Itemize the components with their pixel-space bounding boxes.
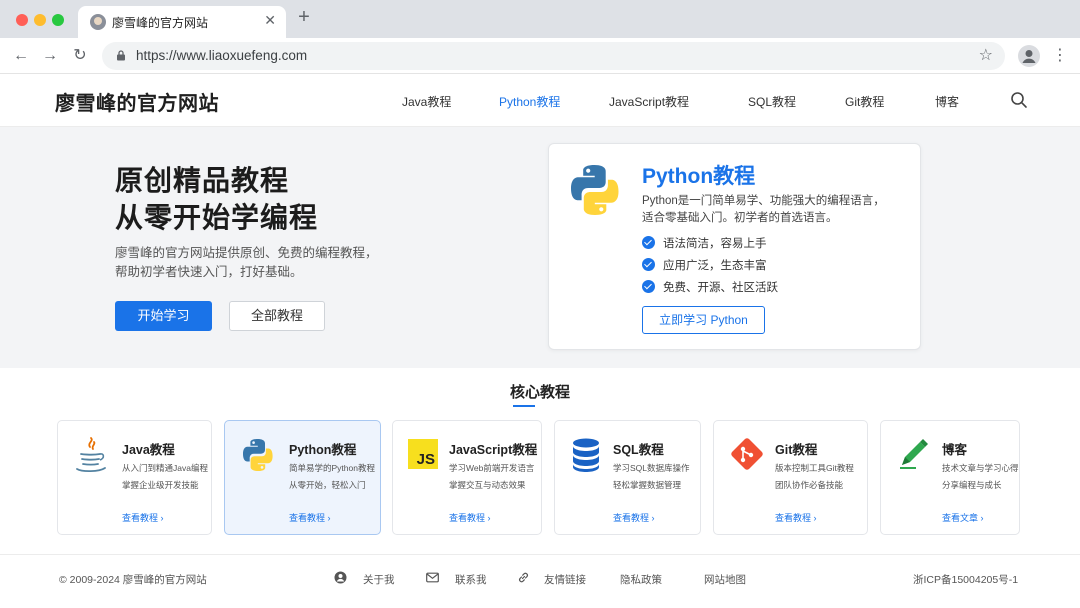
hero-title-line2: 从零开始学编程: [115, 202, 319, 233]
check-circle-icon: [642, 280, 655, 293]
footer-privacy-link[interactable]: 隐私政策: [620, 572, 662, 587]
python-logo-icon: [571, 165, 619, 215]
browser-tab[interactable]: 廖雪峰的官方网站 ✕: [78, 6, 286, 38]
browser-tab-bar: 廖雪峰的官方网站 ✕ +: [0, 0, 1080, 38]
nav-javascript[interactable]: JavaScript教程: [609, 93, 689, 110]
bookmark-star-icon[interactable]: ☆: [979, 45, 993, 65]
feature-title: Python教程: [642, 165, 756, 188]
course-card-javascript[interactable]: JS JavaScript教程 学习Web前端开发语言 掌握交互与动态效果 查看…: [392, 420, 542, 535]
course-description: 版本控制工具Git教程: [775, 463, 854, 473]
course-description: 团队协作必备技能: [775, 480, 844, 490]
url-text[interactable]: https://www.liaoxuefeng.com: [136, 48, 307, 63]
feature-check-text: 免费、开源、社区活跃: [663, 282, 778, 294]
nav-blog[interactable]: 博客: [935, 93, 959, 110]
learn-python-button[interactable]: 立即学习 Python: [642, 306, 765, 334]
window-minimize-button[interactable]: [34, 14, 46, 26]
footer-sitemap-link[interactable]: 网站地图: [704, 572, 746, 587]
back-button[interactable]: ←: [10, 45, 32, 67]
course-description: 掌握交互与动态效果: [449, 480, 526, 490]
view-articles-link[interactable]: 查看文章 ›: [942, 511, 984, 524]
address-bar[interactable]: https://www.liaoxuefeng.com ☆: [102, 42, 1005, 70]
course-card-python[interactable]: Python教程 简单易学的Python教程 从零开始，轻松入门 查看教程 ›: [224, 420, 381, 535]
site-header: 廖雪峰的官方网站 Java教程 Python教程 JavaScript教程 SQ…: [0, 74, 1080, 127]
javascript-icon: JS: [408, 439, 438, 469]
footer-contact-link[interactable]: 联系我: [455, 572, 487, 587]
site-logo[interactable]: 廖雪峰的官方网站: [55, 87, 219, 116]
view-tutorial-link[interactable]: 查看教程 ›: [613, 511, 655, 524]
hero-description-line1: 廖雪峰的官方网站提供原创、免费的编程教程，: [115, 246, 378, 260]
course-description: 学习SQL数据库操作: [613, 463, 690, 473]
hero-description-line2: 帮助初学者快速入门，打好基础。: [115, 265, 303, 279]
window-maximize-button[interactable]: [52, 14, 64, 26]
core-tutorials-title: 核心教程: [509, 384, 570, 401]
all-tutorials-button[interactable]: 全部教程: [229, 301, 325, 331]
nav-sql[interactable]: SQL教程: [748, 93, 796, 110]
footer-about-link[interactable]: 关于我: [363, 572, 395, 587]
course-title: SQL教程: [613, 443, 664, 457]
feature-check-text: 应用广泛，生态丰富: [663, 260, 767, 272]
javascript-icon-text: JS: [416, 451, 435, 468]
nav-python[interactable]: Python教程: [499, 93, 560, 110]
course-description: 简单易学的Python教程: [289, 463, 375, 473]
window-close-button[interactable]: [16, 14, 28, 26]
course-card-java[interactable]: Java教程 从入门到精通Java编程 掌握企业级开发技能 查看教程 ›: [57, 420, 212, 535]
view-tutorial-link[interactable]: 查看教程 ›: [122, 511, 164, 524]
course-title: Python教程: [289, 443, 357, 457]
python-feature-card: Python教程 Python是一门简单易学、功能强大的编程语言， 适合零基础入…: [548, 143, 921, 350]
favicon-icon: [90, 14, 106, 30]
pencil-icon: [900, 439, 928, 469]
nav-java[interactable]: Java教程: [402, 93, 451, 110]
search-icon[interactable]: [1010, 91, 1028, 109]
link-icon: [519, 572, 528, 583]
course-card-git[interactable]: Git教程 版本控制工具Git教程 团队协作必备技能 查看教程 ›: [713, 420, 868, 535]
section-underline: [513, 405, 535, 407]
database-icon: [573, 438, 599, 472]
profile-avatar-icon[interactable]: [1018, 45, 1040, 67]
course-title: JavaScript教程: [449, 443, 538, 457]
course-card-blog[interactable]: 博客 技术文章与学习心得 分享编程与成长 查看文章 ›: [880, 420, 1020, 535]
view-tutorial-link[interactable]: 查看教程 ›: [289, 511, 331, 524]
course-description: 从入门到精通Java编程: [122, 463, 208, 473]
java-icon: [76, 437, 106, 473]
feature-description-line2: 适合零基础入门。初学者的首选语言。: [642, 212, 838, 224]
mail-icon: [426, 572, 439, 583]
check-circle-icon: [642, 258, 655, 271]
view-tutorial-link[interactable]: 查看教程 ›: [449, 511, 491, 524]
course-description: 掌握企业级开发技能: [122, 480, 199, 490]
lock-icon: [117, 50, 125, 61]
view-tutorial-link[interactable]: 查看教程 ›: [775, 511, 817, 524]
course-card-sql[interactable]: SQL教程 学习SQL数据库操作 轻松掌握数据管理 查看教程 ›: [554, 420, 701, 535]
hero-section: 原创精品教程 从零开始学编程 廖雪峰的官方网站提供原创、免费的编程教程， 帮助初…: [0, 127, 1080, 368]
course-title: Git教程: [775, 443, 818, 457]
nav-git[interactable]: Git教程: [845, 93, 884, 110]
python-icon: [243, 439, 273, 471]
person-icon: [334, 571, 347, 584]
course-title: Java教程: [122, 443, 175, 457]
feature-description-line1: Python是一门简单易学、功能强大的编程语言，: [642, 195, 885, 207]
course-description: 分享编程与成长: [942, 480, 1002, 490]
course-description: 技术文章与学习心得: [942, 463, 1019, 473]
git-icon: [731, 438, 763, 470]
course-title: 博客: [942, 443, 968, 457]
reload-button[interactable]: ↻: [69, 45, 91, 67]
copyright-text: © 2009-2024 廖雪峰的官方网站: [59, 574, 207, 586]
footer-friend-links[interactable]: 友情链接: [544, 572, 586, 587]
tab-close-icon[interactable]: ✕: [264, 12, 276, 29]
feature-check-text: 语法简洁，容易上手: [663, 238, 767, 250]
course-description: 学习Web前端开发语言: [449, 463, 535, 473]
browser-menu-icon[interactable]: ⋮: [1052, 44, 1068, 68]
course-description: 从零开始，轻松入门: [289, 480, 366, 490]
course-description: 轻松掌握数据管理: [613, 480, 682, 490]
forward-button[interactable]: →: [39, 45, 61, 67]
check-circle-icon: [642, 236, 655, 249]
browser-toolbar: ← → ↻ https://www.liaoxuefeng.com ☆ ⋮: [0, 38, 1080, 74]
new-tab-button[interactable]: +: [294, 7, 314, 27]
icp-record-link[interactable]: 浙ICP备15004205号-1: [913, 572, 1018, 587]
hero-title-line1: 原创精品教程: [115, 165, 290, 196]
start-learning-button[interactable]: 开始学习: [115, 301, 212, 331]
site-footer: © 2009-2024 廖雪峰的官方网站 关于我 联系我 友情链接 隐私政策 网…: [0, 554, 1080, 608]
tab-title: 廖雪峰的官方网站: [112, 16, 209, 30]
